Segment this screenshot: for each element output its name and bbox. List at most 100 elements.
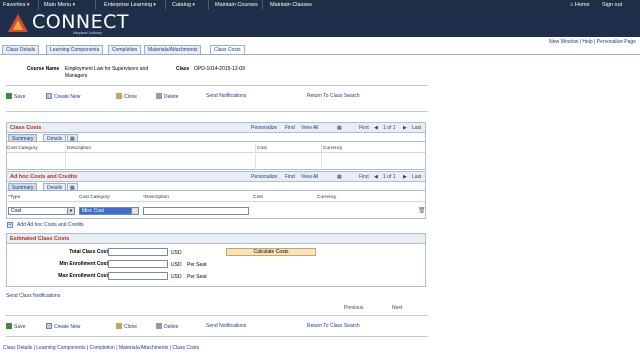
action-toolbar: Save Create New Clone Delete Send Notifi… [6,90,428,104]
class-value: OPD-1014-2015-12-09 [194,66,245,72]
delete-button[interactable]: Delete [156,323,178,330]
clone-button[interactable]: Clone [116,93,137,100]
delete-label: Delete [164,324,179,330]
save-icon [6,93,12,99]
adhoc-details-tab[interactable]: Details [43,183,67,191]
create-new-button[interactable]: Create New [46,93,80,100]
footer-tab-links[interactable]: Class Details | Learning Components | Co… [3,345,199,351]
description-input[interactable] [143,207,249,215]
class-costs-count: 1 of 1 [383,125,396,131]
class-costs-view-all-link[interactable]: View All [301,125,318,131]
nav-catalog[interactable]: Catalog [172,2,195,8]
class-costs-details-tab[interactable]: Details [43,134,67,142]
total-class-cost-label: Total Class Cost [69,249,108,255]
nav-maintain-classes[interactable]: Maintain Classes [270,2,312,8]
column-divider [321,144,322,170]
col-currency: Currency [317,195,337,200]
delete-row-icon[interactable]: 🗑 [418,207,426,214]
nav-favorites[interactable]: Favorites [3,2,30,8]
create-new-label: Create New [54,94,81,100]
help-link[interactable]: Help [582,39,592,45]
save-button[interactable]: Save [6,93,25,100]
add-adhoc-link[interactable]: Add Ad hoc Costs and Credits [17,222,84,228]
column-divider [65,144,66,170]
home-icon: ⌂ [570,2,574,8]
clone-button[interactable]: Clone [116,323,137,330]
clone-label: Clone [124,324,138,330]
save-button[interactable]: Save [6,323,25,330]
delete-button[interactable]: Delete [156,93,178,100]
estimated-header: Estimated Class Costs [7,234,425,244]
next-arrow-icon[interactable]: ▶ [403,174,407,180]
toolbar-divider [6,315,428,316]
adhoc-view-all-link[interactable]: View All [301,174,318,180]
type-select-value: Cost [11,208,22,214]
return-to-class-search-button[interactable]: Return To Class Search [307,323,360,329]
new-window-link[interactable]: New Window [549,39,578,45]
grid-expand-icon[interactable]: ▦ [67,183,78,191]
bottom-action-toolbar: Save Create New Clone Delete Send Notifi… [6,320,428,334]
course-name-label: Course Name [27,66,60,72]
adhoc-personalize-link[interactable]: Personalize [251,174,277,180]
adhoc-summary-tab[interactable]: Summary [8,183,38,191]
nav-enterprise-learning[interactable]: Enterprise Learning [104,2,156,8]
next-link[interactable]: Next [392,305,402,311]
course-name-value: Employment Law for Supervisors and Manag… [65,66,149,79]
min-enrollment-per-seat: Per Seat [187,262,207,268]
adhoc-first-link[interactable]: First [359,174,369,180]
send-notifications-button[interactable]: Send Notifications [206,93,246,99]
calculate-costs-button[interactable]: Calculate Costs [226,248,316,256]
toolbar-divider [6,111,428,112]
previous-arrow-icon[interactable]: ◀ [374,174,378,180]
grid-download-icon[interactable]: ▦ [337,174,342,180]
class-costs-find-link[interactable]: Find [285,125,295,131]
min-enrollment-cost-label: Min Enrollment Cost [59,261,108,267]
return-to-class-search-button[interactable]: Return To Class Search [307,93,360,99]
send-class-notifications-link[interactable]: Send Class Notifications [6,293,60,299]
adhoc-find-link[interactable]: Find [285,174,295,180]
col-cost-category: Cost Category [7,146,38,151]
next-arrow-icon[interactable]: ▶ [403,125,407,131]
class-costs-personalize-link[interactable]: Personalize [251,125,277,131]
cost-category-select[interactable]: Misc Cost ▼ [79,207,139,215]
class-costs-summary-tab[interactable]: Summary [8,134,38,142]
create-new-button[interactable]: Create New [46,323,80,330]
nav-separator [208,0,209,10]
min-enrollment-cost-field [108,260,168,268]
grid-expand-icon[interactable]: ▦ [67,134,78,142]
class-costs-first-link[interactable]: First [359,125,369,131]
nav-separator [95,0,96,10]
connect-logo-icon [8,14,28,32]
save-label: Save [14,324,26,330]
col-description: Description [67,146,91,151]
add-row-icon[interactable]: + [7,222,13,228]
chevron-down-icon: ▼ [131,208,138,214]
adhoc-column-header: *Type Cost Category *Description Cost Cu… [7,193,425,202]
nav-separator [165,0,166,10]
previous-link[interactable]: Previous [344,305,363,311]
cost-category-value: Misc Cost [82,208,104,214]
class-costs-subtabs: Summary Details ▦ [7,133,425,142]
clone-label: Clone [124,94,138,100]
nav-maintain-courses[interactable]: Maintain Courses [215,2,258,8]
home-label: Home [574,2,590,8]
type-select[interactable]: Cost ▼ [8,207,75,215]
tab-divider [0,54,640,55]
max-enrollment-per-seat: Per Seat [187,274,207,280]
class-costs-last-link[interactable]: Last [412,125,421,131]
nav-main-menu[interactable]: Main Menu [44,2,75,8]
previous-arrow-icon[interactable]: ◀ [374,125,378,131]
col-cost: Cost [253,195,263,200]
max-enrollment-cost-unit: USD [171,274,182,280]
home-link[interactable]: ⌂ Home [570,2,590,8]
page-utility-links: New Window | Help | Personalize Page [549,39,636,45]
total-class-cost-unit: USD [171,250,182,256]
class-costs-column-header: Cost Category Description Cost Currency [7,144,425,153]
adhoc-header: Ad hoc Costs and Credits Personalize Fin… [7,172,425,182]
personalize-page-link[interactable]: Personalize Page [597,39,636,45]
send-notifications-button[interactable]: Send Notifications [206,323,246,329]
sign-out-link[interactable]: Sign out [602,2,622,8]
col-description: *Description [143,195,169,200]
grid-download-icon[interactable]: ▦ [337,125,342,131]
adhoc-last-link[interactable]: Last [412,174,421,180]
